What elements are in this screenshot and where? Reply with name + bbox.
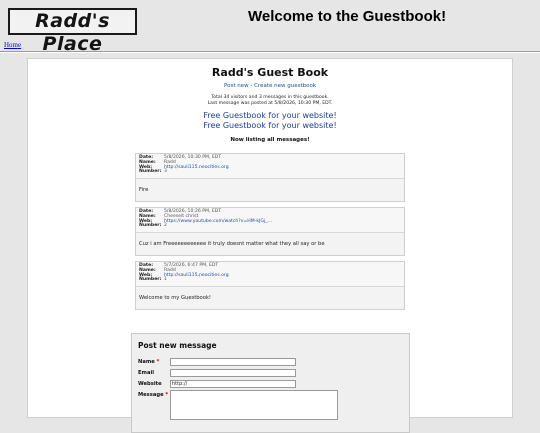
email-field-label: Email xyxy=(138,370,155,376)
promo-link-1[interactable]: Free Guestbook for your website! xyxy=(28,111,512,120)
message-number: 1 xyxy=(164,277,167,283)
required-mark: * xyxy=(165,392,169,398)
required-mark: * xyxy=(156,359,160,365)
message-body: Welcome to my Guestbook! xyxy=(136,287,404,310)
message-entry: Date: 5/7/2026, 6:47 PM, EDT Name: Radd We… xyxy=(135,261,405,311)
message-body: Cuz i am Freeeeeeeeeeee it truly doesnt … xyxy=(136,233,404,256)
website-field-label: Website xyxy=(138,381,162,387)
listing-label: Now listing all messages! xyxy=(230,137,310,143)
guestbook-nav: Post new - Create new guestbook xyxy=(28,83,512,89)
guestbook-panel: Radd's Guest Book Post new - Create new … xyxy=(27,58,513,433)
create-guestbook-link[interactable]: Create new guestbook xyxy=(254,83,316,89)
message-textarea[interactable] xyxy=(170,390,338,420)
guestbook-stats: Total 34 visitors and 3 messages in this… xyxy=(28,95,512,106)
message-number: 3 xyxy=(164,169,167,175)
message-web-link[interactable]: https://www.youtube.com/watch?v=HM-kJGj_… xyxy=(164,219,272,225)
message-meta: Date: 5/8/2026, 10:30 PM, EDT Name: Radd W… xyxy=(136,154,404,180)
name-input[interactable] xyxy=(170,358,296,366)
form-title: Post new message xyxy=(138,341,217,350)
promo-link-2[interactable]: Free Guestbook for your website! xyxy=(28,121,512,130)
stats-last-post: Last message was posted at 5/8/2026, 10:… xyxy=(207,100,333,106)
number-label: Number: xyxy=(139,169,162,175)
header-divider xyxy=(0,51,540,53)
post-new-link[interactable]: Post new xyxy=(224,83,249,89)
nav-separator: - xyxy=(250,83,253,89)
message-entry: Date: 5/8/2026, 10:26 PM, EDT Name: Cheese… xyxy=(135,207,405,257)
message-body: Fire xyxy=(136,179,404,202)
page-title: Welcome to the Guestbook! xyxy=(248,8,447,25)
post-message-form: Post new message Name * Email Website ht… xyxy=(131,333,410,433)
site-logo: Radd's Place xyxy=(8,8,137,55)
number-label: Number: xyxy=(139,277,162,283)
email-input[interactable] xyxy=(170,369,296,377)
message-field-label: Message * xyxy=(138,392,169,398)
message-web-link[interactable]: http://sauli115.neocities.org xyxy=(164,273,229,279)
message-meta: Date: 5/7/2026, 6:47 PM, EDT Name: Radd We… xyxy=(136,262,404,288)
home-link[interactable]: Home xyxy=(4,41,21,49)
message-web-link[interactable]: http://sauli115.neocities.org xyxy=(164,165,229,171)
message-entry: Date: 5/8/2026, 10:30 PM, EDT Name: Radd W… xyxy=(135,153,405,203)
website-input[interactable]: http:// xyxy=(170,380,296,388)
number-label: Number: xyxy=(139,223,162,229)
message-meta: Date: 5/8/2026, 10:26 PM, EDT Name: Cheese… xyxy=(136,208,404,234)
message-number: 2 xyxy=(164,223,167,229)
name-field-label: Name * xyxy=(138,359,160,365)
guestbook-title: Radd's Guest Book xyxy=(211,66,329,79)
